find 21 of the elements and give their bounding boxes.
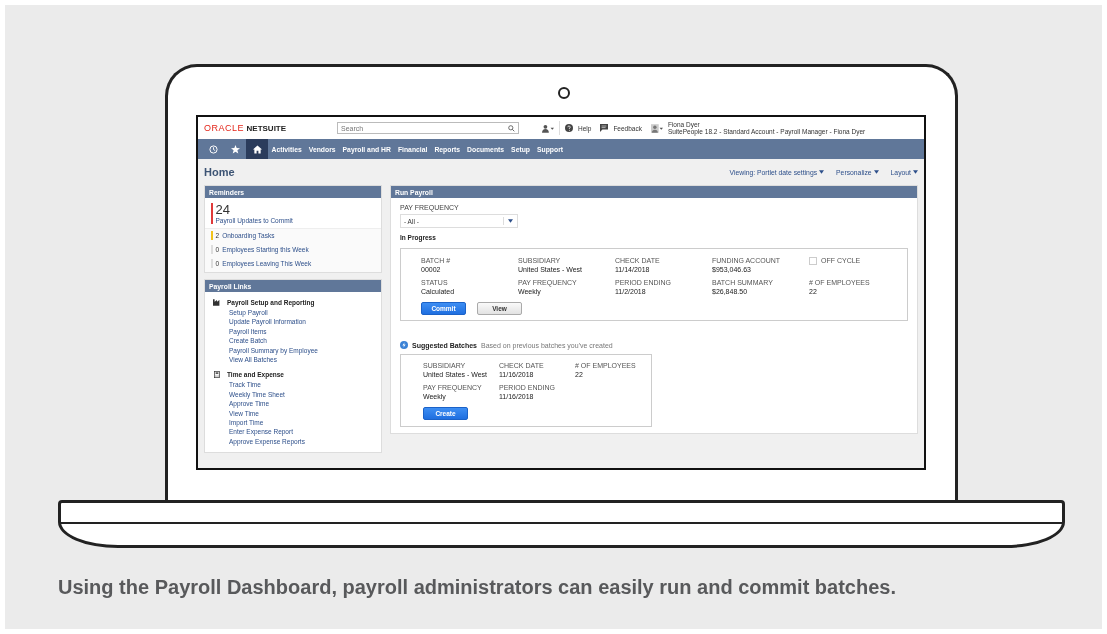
logo[interactable]: ORACLE NETSUITE: [204, 123, 332, 133]
lightning-icon: [400, 341, 408, 349]
page-title: Home: [204, 166, 235, 178]
avatar-icon[interactable]: [650, 123, 663, 133]
home-tab[interactable]: [246, 139, 268, 159]
caret-icon: [913, 170, 918, 174]
home-icon: [252, 144, 262, 154]
person-icon[interactable]: [542, 123, 554, 133]
checkbox[interactable]: [809, 256, 817, 265]
caption: Using the Payroll Dashboard, payroll administrators can easily run and commit batches.: [58, 576, 897, 599]
search-icon: [508, 124, 515, 132]
reminder-count[interactable]: 24: [215, 203, 293, 217]
factory-icon: [213, 299, 221, 306]
help-icon[interactable]: [565, 124, 573, 132]
caret-icon: [873, 170, 879, 174]
clock-icon: [208, 144, 218, 154]
star-icon: [230, 144, 240, 154]
caret-icon: [819, 170, 825, 174]
chat-icon[interactable]: [600, 124, 609, 132]
calculator-icon: [213, 371, 221, 379]
camera-icon: [558, 87, 570, 99]
